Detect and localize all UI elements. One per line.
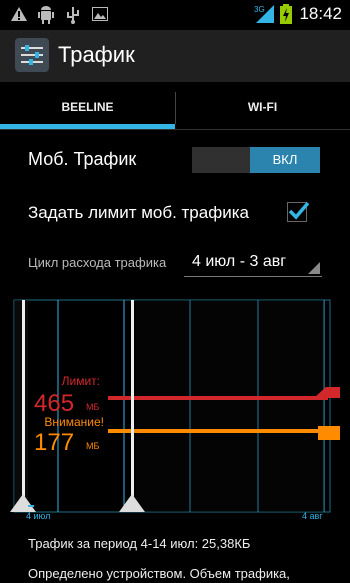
tab-wifi[interactable]: WI-FI <box>175 88 350 128</box>
end-sweep-line <box>131 300 134 512</box>
period-summary: Трафик за период 4-14 июл: 25,38КБ <box>28 536 251 551</box>
toggle-on-label: ВКЛ <box>250 147 320 173</box>
summary-note: Определено устройством. Объем трафика, <box>28 566 290 581</box>
start-date-label: 4 июл <box>26 511 50 521</box>
cycle-spinner[interactable]: 4 июл - 3 авг <box>184 248 322 277</box>
warning-icon <box>11 7 27 21</box>
dropdown-caret-icon <box>308 262 320 274</box>
limit-value: 465 <box>34 390 74 417</box>
clock: 18:42 <box>299 4 342 23</box>
status-bar: 3G 18:42 <box>0 0 350 30</box>
end-date-label: 4 авг <box>302 511 323 521</box>
action-bar: Трафик <box>0 30 350 82</box>
warning-unit: МБ <box>86 441 99 451</box>
warning-label-text: Внимание! <box>44 415 104 429</box>
usage-chart-svg: Лимит: 465 МБ Внимание! 177 МБ 4 июл 4 а… <box>10 299 340 521</box>
usb-icon <box>67 7 79 24</box>
settings-sliders-icon[interactable] <box>15 38 49 72</box>
android-icon <box>38 6 54 24</box>
tab-beeline[interactable]: BEELINE <box>0 88 175 128</box>
network-type-label: 3G <box>254 5 265 14</box>
network-icon: 3G <box>254 5 274 23</box>
inactive-region <box>14 300 28 512</box>
cycle-value: 4 июл - 3 авг <box>192 253 287 270</box>
limit-label-text: Лимит: <box>62 374 100 388</box>
limit-label: Задать лимит моб. трафика <box>28 203 249 222</box>
divider <box>0 129 350 130</box>
check-icon <box>288 201 309 220</box>
limit-unit: МБ <box>86 402 99 412</box>
battery-icon <box>280 4 292 24</box>
image-icon <box>92 7 108 21</box>
cycle-label: Цикл расхода трафика <box>28 255 167 270</box>
tab-divider <box>175 92 176 124</box>
warning-handle[interactable] <box>318 426 340 440</box>
warning-value: 177 <box>34 429 74 456</box>
start-sweep-line <box>22 300 25 512</box>
usage-mark <box>28 505 34 507</box>
mobile-traffic-label: Моб. Трафик <box>28 149 137 169</box>
page-title: Трафик <box>58 42 135 67</box>
usage-chart: Лимит: 465 МБ Внимание! 177 МБ 4 июл 4 а… <box>0 290 350 522</box>
limit-checkbox[interactable] <box>287 201 309 222</box>
inactive-region <box>136 300 324 512</box>
mobile-traffic-toggle[interactable]: ВКЛ <box>192 147 320 173</box>
